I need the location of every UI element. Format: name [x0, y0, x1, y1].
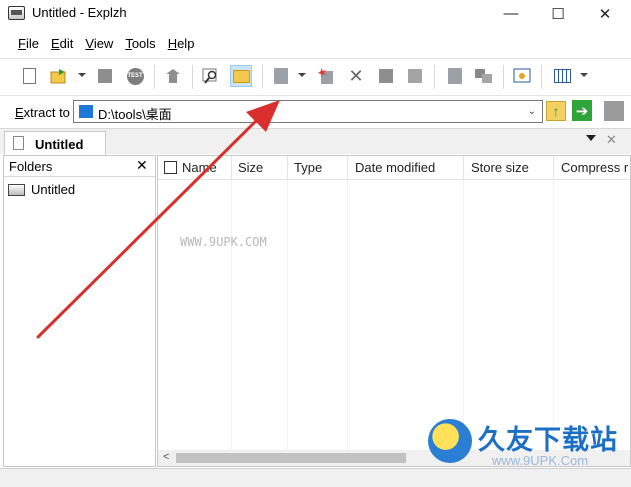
close-button[interactable]: ✕: [582, 0, 628, 27]
menu-bar: File Edit View Tools Help: [0, 31, 631, 55]
find-icon[interactable]: [200, 65, 222, 87]
folder-open-icon[interactable]: [230, 65, 252, 87]
extract-icon[interactable]: [162, 65, 184, 87]
menu-help[interactable]: Help: [162, 34, 201, 53]
tab-untitled[interactable]: Untitled: [4, 131, 106, 155]
menu-file[interactable]: File: [12, 34, 45, 53]
column-divider[interactable]: [463, 156, 464, 180]
minimize-button[interactable]: —: [488, 0, 534, 27]
document-icon: [13, 136, 24, 150]
menu-edit[interactable]: Edit: [45, 34, 79, 53]
image-icon[interactable]: [511, 65, 533, 87]
tab-strip: Untitled ✕: [0, 128, 631, 155]
add-new-icon[interactable]: [316, 65, 338, 87]
add-icon[interactable]: [270, 65, 292, 87]
logo-url: www.9UPK.Com: [492, 453, 589, 468]
toolbar-separator: [192, 65, 193, 89]
extract-to-label: Extract to: [15, 105, 70, 120]
toolbar-separator: [503, 65, 504, 89]
tab-label: Untitled: [35, 137, 84, 152]
extract-go-icon[interactable]: ➔: [572, 100, 592, 121]
tab-close-icon[interactable]: ✕: [606, 132, 617, 148]
column-divider[interactable]: [347, 156, 348, 180]
view-icon[interactable]: [551, 65, 573, 87]
settings-icon[interactable]: [404, 65, 426, 87]
menu-tools[interactable]: Tools: [119, 34, 161, 53]
scroll-thumb[interactable]: [176, 453, 406, 463]
toolbar: TEST ✕: [0, 58, 631, 94]
grid-line: [287, 180, 288, 450]
site-logo: 久友下载站 www.9UPK.Com: [414, 407, 631, 479]
toolbar-separator: [262, 65, 263, 89]
column-divider[interactable]: [553, 156, 554, 180]
test-icon[interactable]: TEST: [124, 65, 146, 87]
grid-line: [231, 180, 232, 450]
split-icon[interactable]: [473, 65, 495, 87]
extract-path-combobox[interactable]: D:\tools\桌面 ⌄: [73, 100, 543, 123]
maximize-button[interactable]: ☐: [535, 0, 581, 27]
select-all-checkbox[interactable]: [164, 161, 177, 174]
grid-line: [347, 180, 348, 450]
extract-path-value: D:\tools\桌面: [98, 107, 172, 122]
new-archive-icon[interactable]: [18, 65, 40, 87]
folders-title: Folders: [9, 159, 53, 174]
folder-up-icon[interactable]: ↑: [546, 101, 566, 121]
tab-list-dropdown-icon[interactable]: [586, 135, 596, 141]
window-title: Untitled - Explzh: [32, 5, 127, 20]
drive-icon: [79, 105, 93, 118]
folders-pane: Folders ✕ Untitled: [3, 155, 156, 467]
column-store-size[interactable]: Store size: [471, 160, 529, 175]
folder-tree-label: Untitled: [31, 182, 76, 197]
extract-to-bar: Extract to D:\tools\桌面 ⌄ ↑ ➔: [0, 95, 631, 127]
archive-icon: [8, 183, 25, 196]
toolbar-separator: [154, 65, 155, 89]
site-watermark: WWW.9UPK.COM: [180, 235, 267, 249]
open-dropdown-icon[interactable]: [78, 73, 86, 77]
column-size[interactable]: Size: [238, 160, 263, 175]
column-date-modified[interactable]: Date modified: [355, 160, 435, 175]
menu-view[interactable]: View: [79, 34, 119, 53]
logo-icon: [428, 419, 472, 463]
logo-name: 久友下载站: [478, 425, 618, 456]
column-name[interactable]: Name: [182, 160, 217, 175]
folders-header: Folders ✕: [4, 156, 155, 177]
delete-icon[interactable]: ✕: [345, 65, 367, 87]
column-compress-ratio[interactable]: Compress r: [561, 160, 628, 175]
add-dropdown-icon[interactable]: [298, 73, 306, 77]
save-icon[interactable]: [94, 65, 116, 87]
chevron-down-icon[interactable]: ⌄: [528, 106, 536, 117]
app-icon: [8, 6, 25, 20]
extract-options-icon[interactable]: [604, 101, 624, 121]
open-icon[interactable]: [48, 65, 70, 87]
folders-close-icon[interactable]: ✕: [136, 157, 148, 174]
toolbar-separator: [434, 65, 435, 89]
title-bar: Untitled - Explzh — ☐ ✕: [0, 0, 631, 27]
column-type[interactable]: Type: [294, 160, 322, 175]
column-divider[interactable]: [231, 156, 232, 180]
scroll-left-icon[interactable]: <: [163, 451, 169, 463]
view-dropdown-icon[interactable]: [580, 73, 588, 77]
folder-tree-item[interactable]: Untitled: [8, 182, 75, 197]
column-header: Name Size Type Date modified Store size …: [158, 156, 630, 180]
move-icon[interactable]: [444, 65, 466, 87]
column-divider[interactable]: [287, 156, 288, 180]
toolbar-separator: [541, 65, 542, 89]
copy-icon[interactable]: [375, 65, 397, 87]
